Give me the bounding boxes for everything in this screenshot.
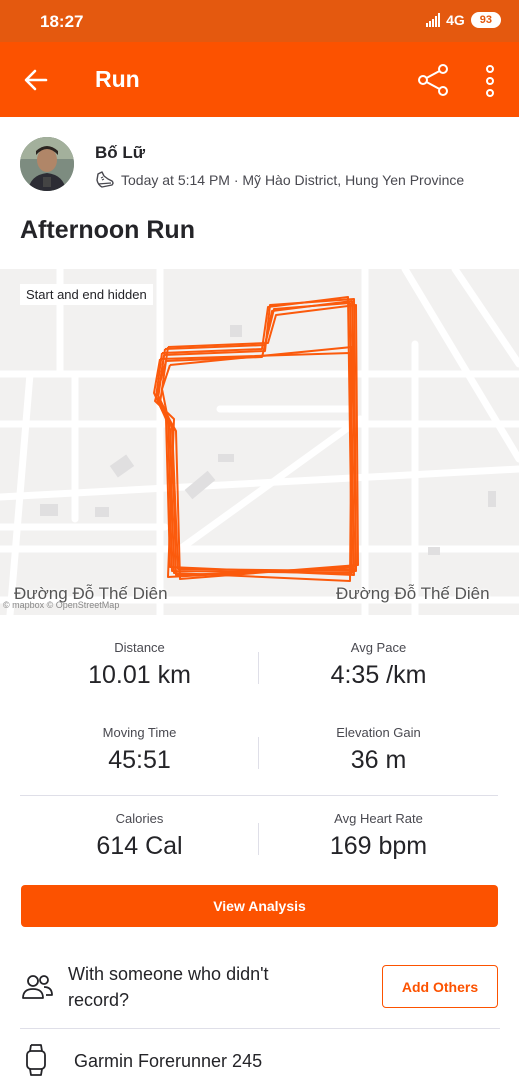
avatar[interactable]: [20, 137, 74, 191]
battery-level: 93: [479, 14, 492, 26]
view-analysis-button[interactable]: View Analysis: [21, 885, 498, 927]
more-vertical-icon[interactable]: [481, 64, 499, 98]
stat-label: Distance: [114, 640, 165, 655]
battery-icon: 93: [470, 12, 501, 28]
stat-row: Calories 614 Cal Avg Heart Rate 169 bpm: [20, 795, 498, 880]
back-arrow-icon[interactable]: [20, 64, 52, 96]
page-title: Run: [95, 66, 140, 92]
map-attribution[interactable]: © mapbox © OpenStreetMap: [3, 600, 119, 610]
stat-label: Avg Heart Rate: [334, 811, 423, 826]
stat-row: Moving Time 45:51 Elevation Gain 36 m: [20, 710, 498, 795]
add-others-button[interactable]: Add Others: [382, 965, 498, 1008]
signal-icon: [426, 13, 441, 27]
status-bar: 18:27 4G 93: [0, 0, 519, 42]
share-icon[interactable]: [415, 62, 451, 98]
divider: [20, 1028, 500, 1029]
recording-device: Garmin Forerunner 245: [20, 1043, 500, 1079]
watch-icon: [26, 1044, 46, 1076]
map-canvas: [0, 269, 519, 615]
activity-meta: Today at 5:14 PM · Mỹ Hào District, Hung…: [95, 170, 464, 190]
stat-label: Elevation Gain: [336, 725, 421, 740]
stat-value: 36 m: [350, 746, 407, 774]
street-label: Đường Đỗ Thế Diên: [336, 584, 490, 603]
stat-value: 10.01 km: [88, 661, 191, 689]
stat-distance: Distance 10.01 km: [20, 625, 259, 710]
people-icon: [22, 975, 53, 999]
athlete-header: Bố Lữ Today at 5:14 PM · Mỹ Hào District…: [20, 137, 500, 193]
device-name: Garmin Forerunner 245: [74, 1051, 263, 1071]
stat-avg-heart-rate: Avg Heart Rate 169 bpm: [259, 796, 498, 881]
stat-label: Moving Time: [102, 725, 177, 740]
stat-label: Avg Pace: [350, 640, 407, 655]
record-with-others: With someone who didn't record? Add Othe…: [20, 955, 500, 1025]
stat-row: Distance 10.01 km Avg Pace 4:35 /km: [20, 625, 498, 710]
shoe-icon: [96, 171, 114, 188]
activity-stats: Distance 10.01 km Avg Pace 4:35 /km Movi…: [20, 625, 498, 875]
activity-date-location: Today at 5:14 PM · Mỹ Hào District, Hung…: [121, 172, 465, 188]
stat-value: 4:35 /km: [330, 661, 427, 689]
privacy-badge: Start and end hidden: [20, 284, 153, 305]
app-bar: Run: [0, 42, 519, 117]
others-prompt: With someone who didn't record?: [68, 964, 269, 1010]
stat-moving-time: Moving Time 45:51: [20, 710, 259, 795]
stat-elevation-gain: Elevation Gain 36 m: [259, 710, 498, 795]
route-map[interactable]: Start and end hidden Đường Đỗ Thế Diên Đ…: [0, 269, 519, 615]
network-type: 4G: [446, 12, 465, 28]
stat-avg-pace: Avg Pace 4:35 /km: [259, 625, 498, 710]
status-indicators: 4G 93: [426, 12, 501, 28]
stat-label: Calories: [115, 811, 164, 826]
stat-value: 614 Cal: [96, 832, 183, 860]
stat-value: 45:51: [108, 746, 171, 774]
stat-value: 169 bpm: [329, 832, 428, 860]
athlete-name[interactable]: Bố Lữ: [95, 143, 145, 163]
status-time: 18:27: [40, 12, 84, 31]
stat-calories: Calories 614 Cal: [20, 796, 259, 881]
activity-title: Afternoon Run: [20, 216, 195, 244]
